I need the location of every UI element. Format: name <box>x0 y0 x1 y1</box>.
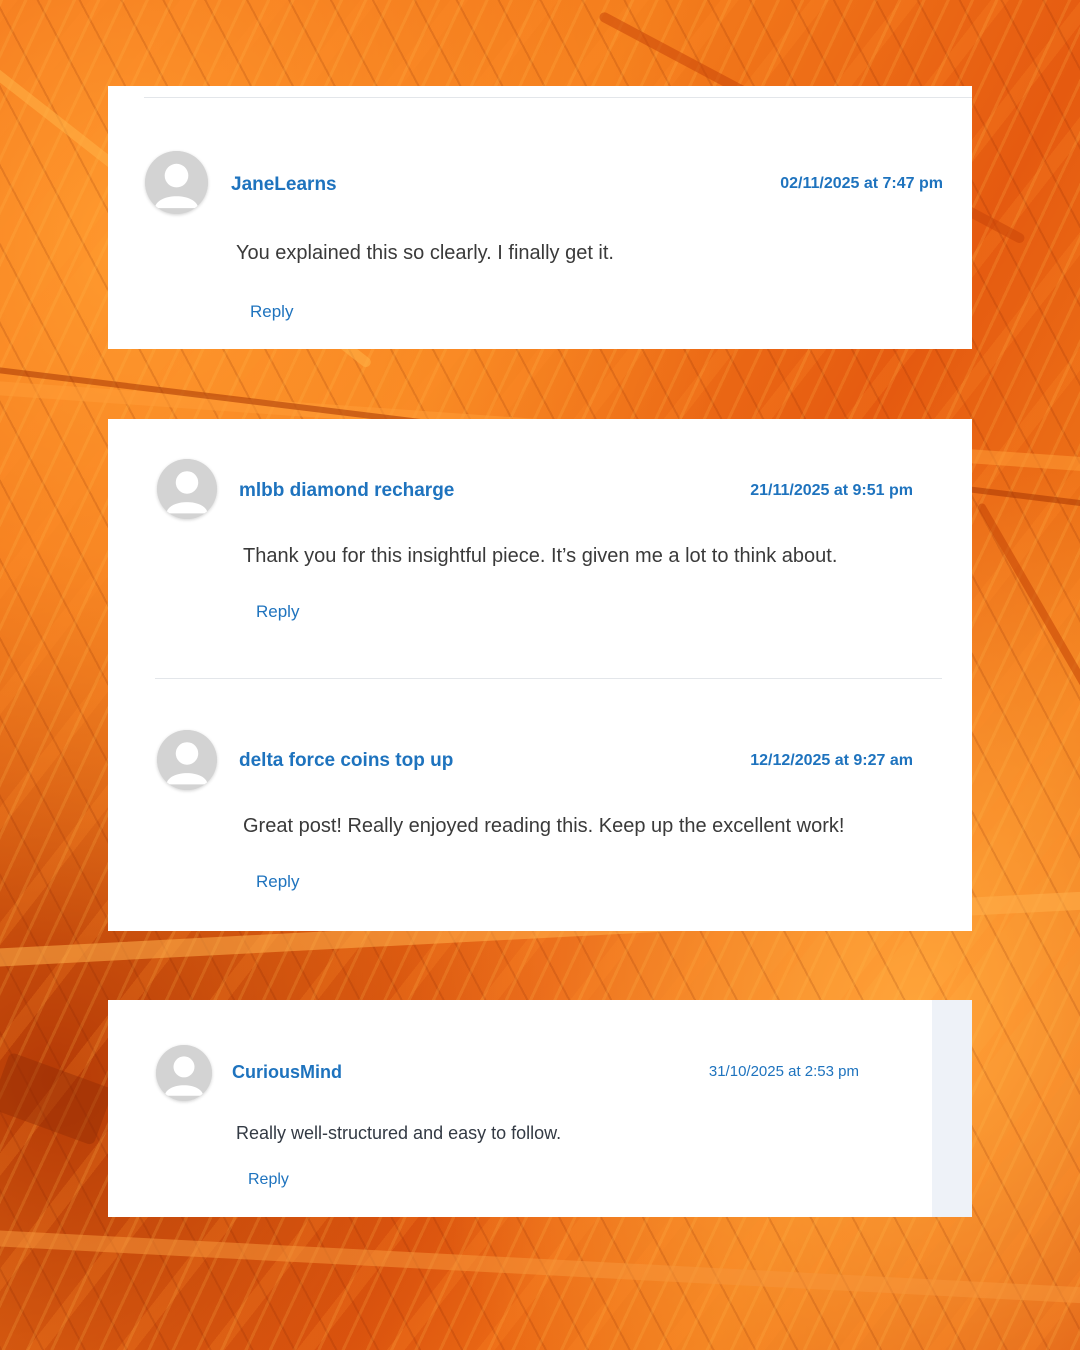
comment-text: Thank you for this insightful piece. It’… <box>243 545 838 567</box>
comment-card: mlbb diamond recharge 21/11/2025 at 9:51… <box>108 419 972 931</box>
comment-text: Great post! Really enjoyed reading this.… <box>243 815 845 837</box>
comment-divider <box>155 678 942 679</box>
brush-streak <box>976 502 1080 766</box>
reply-link[interactable]: Reply <box>256 602 299 622</box>
reply-link[interactable]: Reply <box>256 872 299 892</box>
brush-streak <box>0 1230 1080 1307</box>
comment-card: JaneLearns 02/11/2025 at 7:47 pm You exp… <box>108 86 972 349</box>
reply-link[interactable]: Reply <box>250 302 293 322</box>
default-user-icon <box>157 459 217 519</box>
comment-date-link[interactable]: 21/11/2025 at 9:51 pm <box>750 482 913 500</box>
comment-author-link[interactable]: mlbb diamond recharge <box>239 480 454 502</box>
comment-date-link[interactable]: 12/12/2025 at 9:27 am <box>750 752 913 770</box>
default-user-icon <box>157 730 217 790</box>
reply-link[interactable]: Reply <box>248 1171 289 1189</box>
comment-divider <box>144 97 972 98</box>
brush-streak <box>0 1051 114 1146</box>
orange-paint-background: JaneLearns 02/11/2025 at 7:47 pm You exp… <box>0 0 1080 1350</box>
comment-author-link[interactable]: CuriousMind <box>232 1062 342 1083</box>
comment-card: CuriousMind 31/10/2025 at 2:53 pm Really… <box>108 1000 972 1217</box>
default-user-icon <box>156 1045 212 1101</box>
comment-text: Really well-structured and easy to follo… <box>236 1123 562 1143</box>
comment-author-link[interactable]: JaneLearns <box>231 174 337 196</box>
side-panel-strip <box>932 1000 972 1217</box>
comment-author-link[interactable]: delta force coins top up <box>239 750 453 772</box>
comment-date-link[interactable]: 02/11/2025 at 7:47 pm <box>780 175 943 193</box>
default-user-icon <box>145 151 208 214</box>
comment-date-link[interactable]: 31/10/2025 at 2:53 pm <box>709 1063 859 1080</box>
comment-text: You explained this so clearly. I finally… <box>236 242 614 264</box>
